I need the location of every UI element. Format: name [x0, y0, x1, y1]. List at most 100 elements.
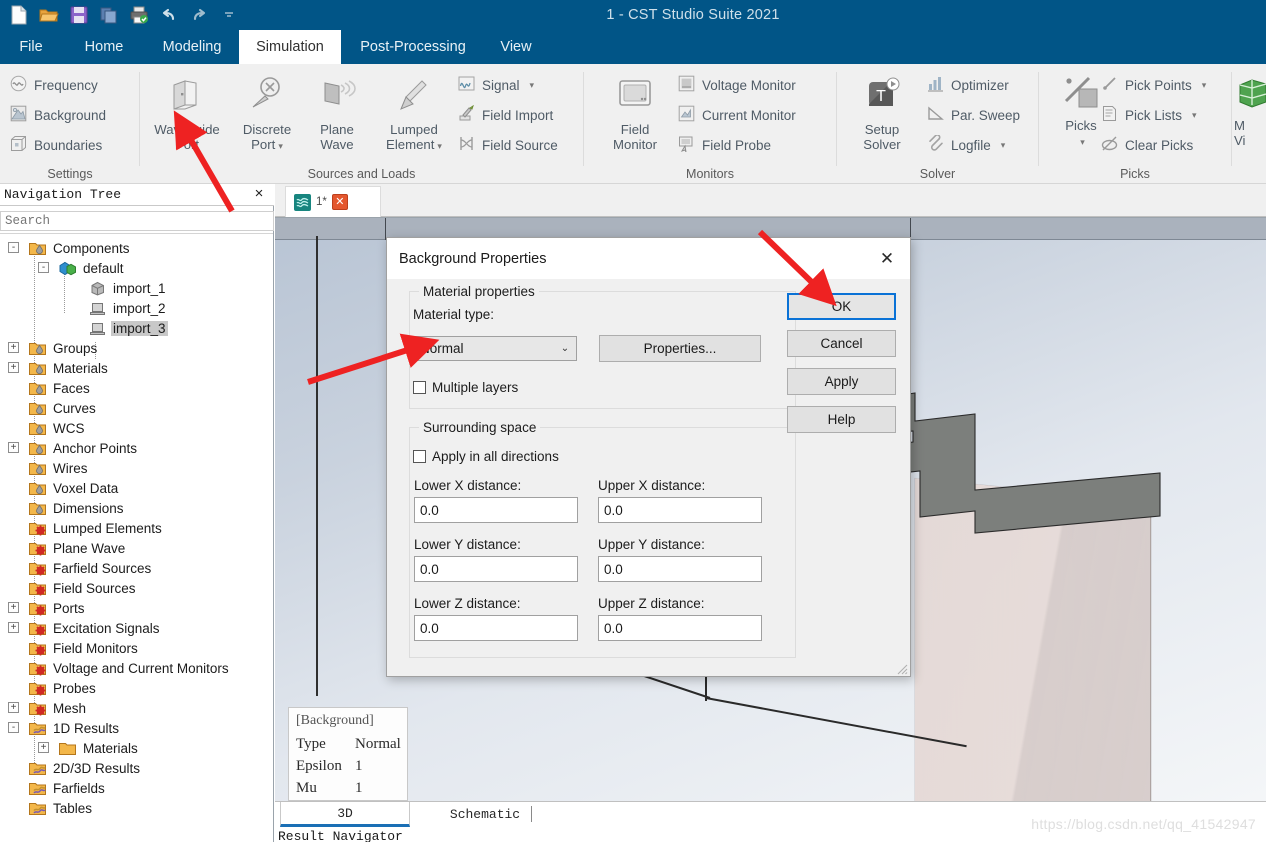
ribbon-item-current-monitor[interactable]: Current Monitor: [678, 105, 796, 125]
ribbon-item-field-import[interactable]: Field Import: [458, 104, 553, 125]
ribbon-item-voltage-monitor[interactable]: Voltage Monitor: [678, 75, 796, 95]
tree-item[interactable]: - 1D Results: [0, 718, 273, 738]
copy-icon[interactable]: [96, 3, 122, 27]
tree-item[interactable]: Plane Wave: [0, 538, 273, 558]
document-tab[interactable]: 1* ✕: [285, 186, 381, 217]
print-icon[interactable]: [126, 3, 152, 27]
search-input[interactable]: [0, 211, 274, 231]
chevron-down-icon[interactable]: ▾: [530, 80, 535, 91]
tree-item[interactable]: Faces: [0, 378, 273, 398]
chevron-down-icon[interactable]: ▾: [1202, 80, 1207, 91]
ribbon-item-setup-solver[interactable]: T Setup Solver: [845, 73, 919, 152]
tree-expander-icon[interactable]: +: [8, 362, 19, 373]
ribbon-item-plane-wave[interactable]: Plane Wave: [300, 73, 374, 152]
ribbon-item-optimizer[interactable]: Optimizer: [927, 75, 1009, 95]
ribbon-item-logfile[interactable]: Logfile ▾: [927, 134, 1006, 155]
ribbon-item-signal[interactable]: Signal ▾: [458, 75, 534, 95]
ribbon-item-field-monitor[interactable]: Field Monitor: [598, 73, 672, 152]
close-icon[interactable]: ✕: [331, 194, 348, 210]
tree-expander-icon[interactable]: -: [38, 262, 49, 273]
lower-z-input[interactable]: [414, 615, 578, 641]
ribbon-item-frequency[interactable]: Frequency: [10, 75, 98, 95]
ribbon-item-field-probe[interactable]: Field Probe: [678, 135, 771, 155]
multiple-layers-checkbox[interactable]: Multiple layers: [413, 380, 518, 395]
tree-item[interactable]: import_2: [0, 298, 273, 318]
ribbon-item-mesh-view[interactable]: M Vi: [1232, 73, 1266, 148]
properties-button[interactable]: Properties...: [599, 335, 761, 362]
ok-button[interactable]: OK: [787, 293, 896, 320]
ribbon-item-field-source[interactable]: Field Source: [458, 135, 558, 155]
lower-y-input[interactable]: [414, 556, 578, 582]
tree-expander-icon[interactable]: -: [8, 242, 19, 253]
cancel-button[interactable]: Cancel: [787, 330, 896, 357]
ribbon-item-waveguide-port[interactable]: Waveguide Port: [150, 73, 224, 152]
help-button[interactable]: Help: [787, 406, 896, 433]
tree-item[interactable]: Lumped Elements: [0, 518, 273, 538]
ribbon-item-discrete-port[interactable]: Discrete Port ▾: [230, 73, 304, 154]
tree-expander-icon[interactable]: +: [8, 442, 19, 453]
ribbon-item-boundaries[interactable]: Boundaries: [10, 135, 102, 155]
tree-item[interactable]: Farfield Sources: [0, 558, 273, 578]
navigation-tree-list[interactable]: - Components - default import_1 import_2 impor…: [0, 233, 273, 842]
tree-item[interactable]: Wires: [0, 458, 273, 478]
tree-item[interactable]: + Excitation Signals: [0, 618, 273, 638]
checkbox-box[interactable]: [413, 381, 426, 394]
tree-item[interactable]: import_1: [0, 278, 273, 298]
chevron-down-icon[interactable]: ▾: [1192, 110, 1197, 121]
tree-item[interactable]: + Materials: [0, 358, 273, 378]
tree-item[interactable]: - default: [0, 258, 273, 278]
tree-expander-icon[interactable]: +: [8, 342, 19, 353]
upper-z-input[interactable]: [598, 615, 762, 641]
tree-item[interactable]: Voltage and Current Monitors: [0, 658, 273, 678]
apply-button[interactable]: Apply: [787, 368, 896, 395]
dialog-resize-grip[interactable]: [896, 662, 908, 675]
upper-y-input[interactable]: [598, 556, 762, 582]
ribbon-item-lumped-element[interactable]: Lumped Element ▾: [372, 73, 456, 154]
close-icon[interactable]: ✕: [864, 238, 910, 279]
save-icon[interactable]: [66, 3, 92, 27]
open-folder-icon[interactable]: [36, 3, 62, 27]
chevron-down-icon[interactable]: ▾: [1001, 140, 1006, 151]
tree-item[interactable]: Probes: [0, 678, 273, 698]
checkbox-box[interactable]: [413, 450, 426, 463]
tab-modeling[interactable]: Modeling: [145, 30, 239, 64]
material-type-select[interactable]: Normal ⌄: [413, 336, 577, 361]
tree-item[interactable]: + Ports: [0, 598, 273, 618]
upper-x-input[interactable]: [598, 497, 762, 523]
tree-item[interactable]: Dimensions: [0, 498, 273, 518]
tab-file[interactable]: File: [6, 30, 56, 64]
tree-item[interactable]: + Anchor Points: [0, 438, 273, 458]
tree-expander-icon[interactable]: -: [8, 722, 19, 733]
ribbon-item-pick-lists[interactable]: Pick Lists ▾: [1101, 105, 1197, 125]
chevron-down-icon[interactable]: ⌄: [554, 343, 576, 354]
tree-item[interactable]: WCS: [0, 418, 273, 438]
tab-home[interactable]: Home: [68, 30, 140, 64]
tree-item[interactable]: - Components: [0, 238, 273, 258]
tree-item[interactable]: Tables: [0, 798, 273, 818]
ribbon-item-clear-picks[interactable]: Clear Picks: [1101, 135, 1193, 155]
tab-simulation[interactable]: Simulation: [239, 30, 341, 64]
chevron-down-icon[interactable]: ▾: [1080, 137, 1085, 147]
tree-item[interactable]: Voxel Data: [0, 478, 273, 498]
customize-caret-icon[interactable]: [216, 3, 242, 27]
apply-all-directions-checkbox[interactable]: Apply in all directions: [413, 449, 559, 464]
new-file-icon[interactable]: [6, 3, 32, 27]
close-icon[interactable]: ×: [251, 186, 267, 202]
tree-item[interactable]: Curves: [0, 398, 273, 418]
ribbon-item-pick-points[interactable]: Pick Points ▾: [1101, 75, 1206, 95]
lower-x-input[interactable]: [414, 497, 578, 523]
undo-icon[interactable]: [156, 3, 182, 27]
tree-expander-icon[interactable]: +: [8, 622, 19, 633]
tab-post-processing[interactable]: Post-Processing: [343, 30, 483, 64]
tree-item[interactable]: + Materials: [0, 738, 273, 758]
view-tab-3d[interactable]: 3D: [280, 802, 410, 827]
ribbon-item-background[interactable]: Background: [10, 105, 106, 125]
tree-item[interactable]: + Groups: [0, 338, 273, 358]
tree-item[interactable]: 2D/3D Results: [0, 758, 273, 778]
tree-item[interactable]: + Mesh: [0, 698, 273, 718]
tree-expander-icon[interactable]: +: [8, 702, 19, 713]
chevron-down-icon[interactable]: ▾: [437, 141, 442, 151]
tree-item[interactable]: Field Monitors: [0, 638, 273, 658]
tree-expander-icon[interactable]: +: [38, 742, 49, 753]
ribbon-item-par-sweep[interactable]: Par. Sweep: [927, 105, 1020, 125]
